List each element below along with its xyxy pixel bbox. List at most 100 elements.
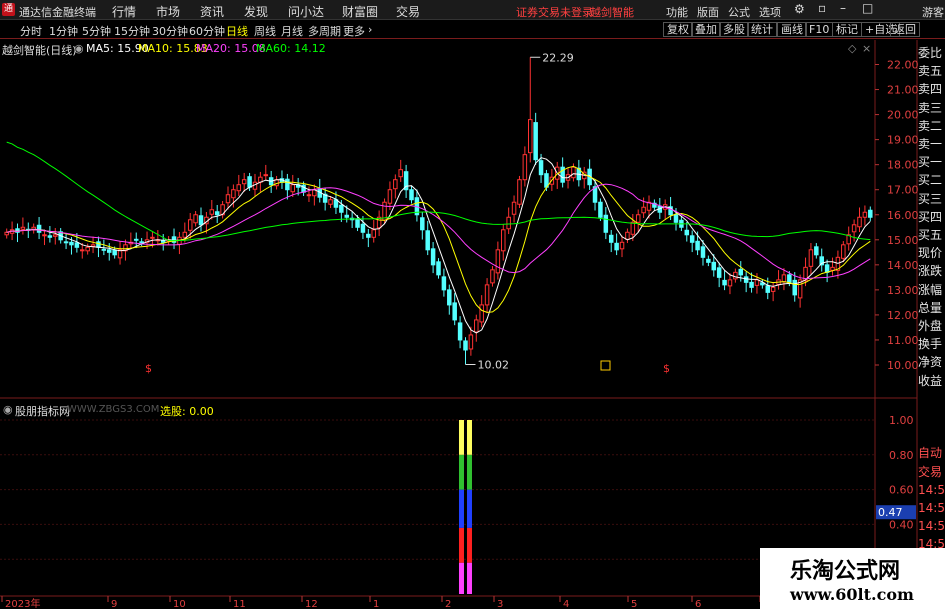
period-tab-multi[interactable]: 多周期	[308, 23, 341, 39]
sidebar-item[interactable]: 卖三	[918, 99, 945, 117]
candle-body	[689, 235, 695, 243]
sidebar-item[interactable]: 买一	[918, 153, 945, 171]
sidebar-item[interactable]: 卖二	[918, 117, 945, 135]
sidebar-item[interactable]: 卖四	[918, 80, 945, 98]
candle-body	[133, 238, 139, 241]
candle-body	[608, 234, 614, 243]
sidebar-item[interactable]: 换手	[918, 335, 945, 353]
candle-body	[835, 256, 841, 271]
period-tab-timeshare[interactable]: 分时	[20, 23, 42, 39]
menu-market[interactable]: 市场	[156, 3, 180, 20]
candle-body	[90, 244, 96, 247]
sidebar-item[interactable]: 自动	[918, 444, 945, 462]
candle-body	[781, 274, 787, 283]
sidebar-item[interactable]: 14:56	[918, 517, 945, 535]
period-tab-more[interactable]: 更多	[343, 23, 365, 39]
sidebar-item[interactable]: 涨跌	[918, 262, 945, 280]
diamond-icon[interactable]: ◇	[848, 42, 856, 55]
candle-body	[733, 271, 738, 280]
sidebar-item[interactable]	[918, 408, 945, 426]
menu-function[interactable]: 功能	[666, 4, 688, 20]
sidebar-item[interactable]: 总量	[918, 299, 945, 317]
f10-button[interactable]: F10	[805, 22, 834, 37]
ma-line-5	[6, 157, 871, 334]
sidebar-item[interactable]: 14:55	[918, 499, 945, 517]
more-chevron-icon[interactable]: ›	[368, 23, 372, 36]
user-guest[interactable]: 游客	[922, 4, 944, 20]
stats-button[interactable]: 统计	[747, 22, 777, 37]
candle-body	[371, 229, 376, 238]
ind-tick-label: 0.40	[889, 518, 914, 531]
period-tab-daily[interactable]: 日线	[226, 23, 248, 39]
period-tab-1min[interactable]: 1分钟	[49, 23, 78, 39]
ma-line-10	[6, 165, 871, 313]
sidebar-item[interactable]: 买二	[918, 171, 945, 189]
period-tab-weekly[interactable]: 周线	[254, 23, 276, 39]
candle-body	[598, 201, 603, 218]
sidebar-item[interactable]: 委比	[918, 44, 945, 62]
menu-formula[interactable]: 公式	[728, 4, 750, 20]
ma-toggle-icon[interactable]: ◉	[74, 42, 84, 55]
menu-layout[interactable]: 版面	[697, 4, 719, 20]
candle-body	[301, 184, 306, 193]
time-tick-label: 1	[373, 599, 379, 609]
sidebar-item[interactable]: 净资	[918, 353, 945, 371]
price-tick-label: 11.00	[887, 334, 919, 347]
ma-line-20	[6, 183, 871, 280]
candle-body	[106, 249, 112, 253]
candle-body	[285, 178, 290, 191]
menu-news[interactable]: 资讯	[200, 3, 224, 20]
candle-body	[468, 334, 474, 350]
candle-body	[247, 176, 252, 188]
maximize-icon[interactable]: □	[862, 1, 873, 15]
sidebar-item[interactable]	[918, 426, 945, 444]
draw-line-button[interactable]: 画线	[777, 22, 807, 37]
period-tab-5min[interactable]: 5分钟	[82, 23, 111, 39]
sidebar-item[interactable]: 买三	[918, 190, 945, 208]
sidebar-item[interactable]: 收益	[918, 372, 945, 390]
sidebar-item[interactable]: 交易	[918, 463, 945, 481]
window-restore-icon[interactable]: ▫	[818, 1, 826, 15]
indicator-toggle-icon[interactable]: ◉	[3, 403, 13, 416]
sidebar-item[interactable]: 买四	[918, 208, 945, 226]
menu-discover[interactable]: 发现	[244, 3, 268, 20]
candle-body	[447, 289, 452, 306]
watermark-title: 乐淘公式网	[790, 558, 901, 584]
close-pane-icon[interactable]: ×	[862, 42, 871, 55]
candle-body	[619, 241, 625, 250]
period-tab-monthly[interactable]: 月线	[281, 23, 303, 39]
sidebar-item[interactable]	[918, 390, 945, 408]
sidebar-item[interactable]: 涨幅	[918, 281, 945, 299]
menu-quotes[interactable]: 行情	[112, 3, 136, 20]
sidebar-item[interactable]: 卖一	[918, 135, 945, 153]
sidebar-item[interactable]: 14:55	[918, 481, 945, 499]
mark-button[interactable]: 标记	[832, 22, 862, 37]
period-tab-15min[interactable]: 15分钟	[114, 23, 150, 39]
sidebar-item[interactable]: 买五	[918, 226, 945, 244]
time-tick-label: 6	[695, 599, 701, 609]
candle-body	[495, 249, 501, 274]
rights-adjust-button[interactable]: 复权	[663, 22, 693, 37]
settings-gear-icon[interactable]: ⚙	[794, 2, 805, 16]
sidebar-item[interactable]: 外盘	[918, 317, 945, 335]
period-tab-30min[interactable]: 30分钟	[152, 23, 188, 39]
minimize-icon[interactable]: –	[840, 1, 846, 15]
candle-body	[47, 235, 53, 238]
period-tab-60min[interactable]: 60分钟	[189, 23, 225, 39]
candle-body	[414, 197, 420, 216]
menu-options[interactable]: 选项	[759, 4, 781, 20]
candle-body	[214, 211, 220, 216]
marker-dollar: $	[145, 362, 152, 375]
candle-body	[26, 228, 31, 231]
trade-login-notice[interactable]: 证券交易未登录	[516, 4, 593, 20]
signal-bar-segment	[466, 420, 472, 455]
menu-wealth[interactable]: 财富圈	[342, 3, 378, 20]
sidebar-item[interactable]: 卖五	[918, 62, 945, 80]
candle-body	[425, 230, 430, 251]
back-button[interactable]: 返回	[890, 22, 920, 37]
sidebar-item[interactable]: 现价	[918, 244, 945, 262]
menu-ask[interactable]: 问小达	[288, 3, 324, 20]
overlay-button[interactable]: 叠加	[691, 22, 721, 37]
menu-trade[interactable]: 交易	[396, 3, 420, 20]
multi-stock-button[interactable]: 多股	[719, 22, 749, 37]
